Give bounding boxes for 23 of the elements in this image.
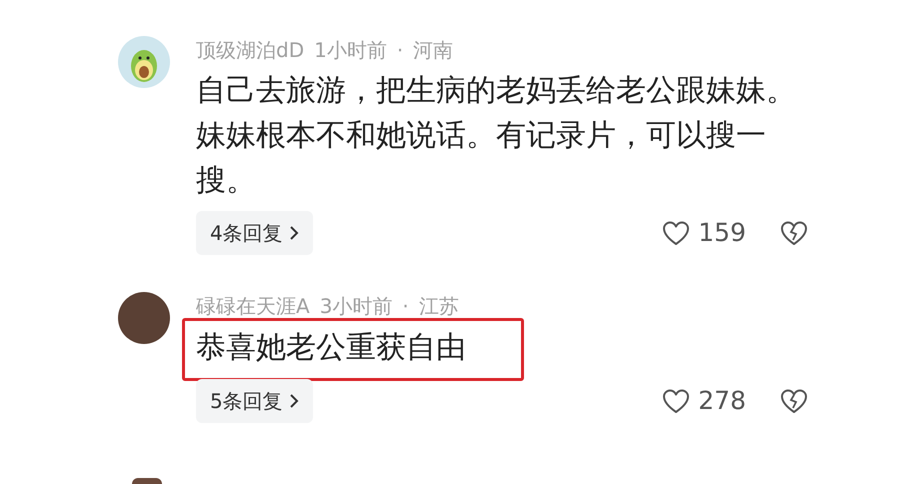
chevron-right-icon	[288, 225, 299, 241]
comment-text: 恭喜她老公重获自由	[196, 329, 466, 367]
like-count: 159	[698, 217, 746, 250]
comment-location: 河南	[413, 38, 454, 62]
separator-dot: ·	[396, 38, 404, 62]
avatar-photo	[118, 292, 170, 344]
replies-button[interactable]: 5条回复	[196, 379, 313, 423]
author-name: 碌碌在天涯A	[196, 294, 310, 318]
separator-dot: ·	[402, 294, 409, 318]
heart-icon[interactable]	[662, 220, 690, 246]
heart-icon[interactable]	[662, 388, 690, 414]
replies-button[interactable]: 4条回复	[196, 211, 313, 255]
avatar-icon	[118, 36, 170, 88]
comment-location: 江苏	[418, 294, 459, 318]
like-count: 278	[698, 385, 746, 418]
comment-time: 3小时前	[320, 294, 392, 318]
comment-text: 自己去旅游，把生病的老妈丢给老公跟妹妹。妹妹根本不和她说话。有记录片，可以搜一搜。	[196, 72, 797, 200]
author-name: 顶级湖泊dD	[196, 38, 304, 62]
chevron-right-icon	[288, 393, 299, 409]
broken-heart-icon[interactable]	[780, 220, 808, 246]
avatar-photo	[132, 478, 162, 484]
comment-time: 1小时前	[314, 38, 387, 62]
broken-heart-icon[interactable]	[780, 388, 808, 414]
